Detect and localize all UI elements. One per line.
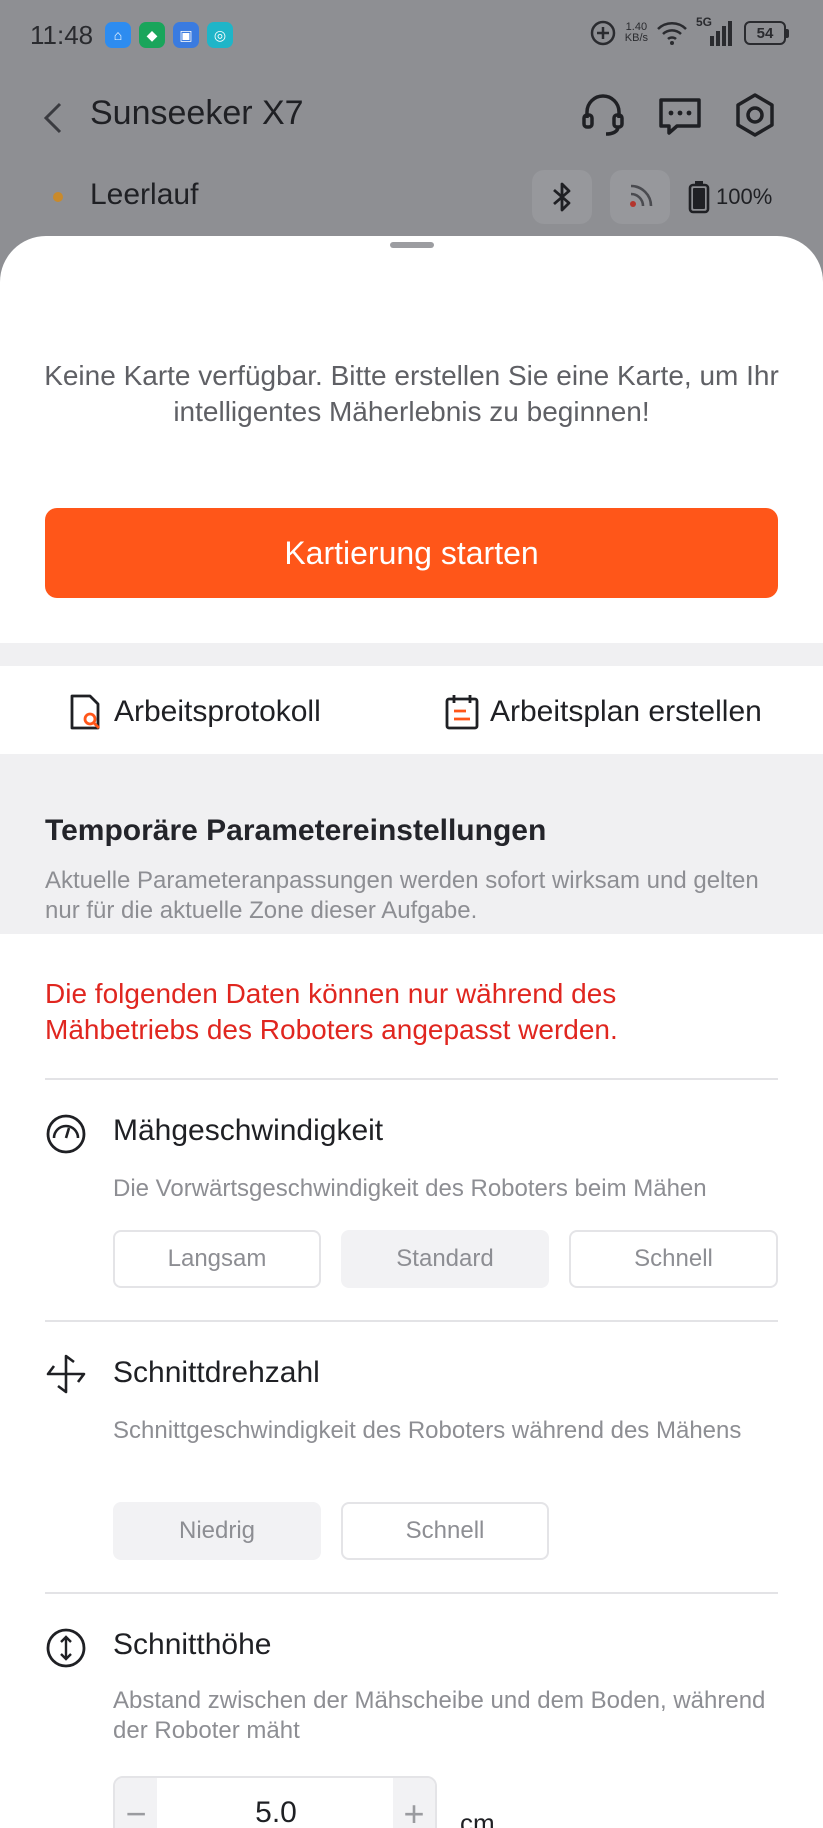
device-battery: 100% xyxy=(688,180,772,214)
create-schedule-label: Arbeitsplan erstellen xyxy=(490,695,762,728)
device-status-row: Leerlauf 100% xyxy=(0,162,823,234)
support-headset-icon[interactable] xyxy=(578,90,628,140)
phone-battery: 54 xyxy=(744,21,789,45)
divider xyxy=(45,1320,778,1322)
cell-signal: 5G xyxy=(696,15,736,48)
height-value[interactable]: 5.0 xyxy=(157,1796,395,1828)
speed-option-fast[interactable]: Schnell xyxy=(569,1230,778,1288)
blade-icon xyxy=(46,1354,86,1394)
speed-option-slow[interactable]: Langsam xyxy=(113,1230,321,1288)
rss-signal-icon xyxy=(630,184,653,207)
back-button[interactable] xyxy=(36,96,72,140)
screen: 11:48 ⌂ ◆ ▣ ◎ 1.40 KB/s 5G 54 Sunseeker … xyxy=(0,0,823,1828)
work-log-link[interactable]: Arbeitsprotokoll xyxy=(66,692,321,732)
speedometer-icon xyxy=(46,1114,86,1154)
notification-icons: ⌂ ◆ ▣ ◎ xyxy=(105,22,233,48)
mowing-speed-description: Die Vorwärtsgeschwindigkeit des Roboters… xyxy=(113,1175,707,1202)
bluetooth-status[interactable] xyxy=(532,170,592,224)
settings-icon[interactable] xyxy=(730,90,780,140)
status-bar: 11:48 ⌂ ◆ ▣ ◎ 1.40 KB/s 5G 54 xyxy=(0,0,823,72)
start-mapping-button[interactable]: Kartierung starten xyxy=(45,508,778,598)
cut-height-description: Abstand zwischen der Mähscheibe und dem … xyxy=(113,1687,766,1744)
device-battery-value: 100% xyxy=(716,184,773,209)
chat-app-icon: ◎ xyxy=(207,22,233,48)
cut-speed-title: Schnittdrehzahl xyxy=(113,1356,320,1389)
app-header: Sunseeker X7 xyxy=(0,72,823,162)
work-log-label: Arbeitsprotokoll xyxy=(114,695,321,728)
cut-speed-option-low[interactable]: Niedrig xyxy=(113,1502,321,1560)
create-schedule-link[interactable]: Arbeitsplan erstellen xyxy=(442,692,762,732)
warning-message: Die folgenden Daten können nur während d… xyxy=(45,978,618,1045)
decrease-button[interactable]: − xyxy=(115,1778,157,1828)
calendar-icon xyxy=(445,695,479,730)
speed-option-standard[interactable]: Standard xyxy=(341,1230,549,1288)
device-state: Leerlauf xyxy=(90,178,199,211)
signal-status[interactable] xyxy=(610,170,670,224)
cut-speed-option-fast[interactable]: Schnell xyxy=(341,1502,549,1560)
section-separator xyxy=(0,643,823,666)
param-description: Aktuelle Parameteranpassungen werden sof… xyxy=(45,867,759,924)
quick-links: Arbeitsprotokoll Arbeitsplan erstellen xyxy=(0,666,823,754)
net-speed: 1.40 KB/s xyxy=(625,22,648,44)
document-search-icon xyxy=(70,694,100,730)
clock: 11:48 xyxy=(30,20,94,50)
divider xyxy=(45,1592,778,1594)
phone-battery-level: 54 xyxy=(744,21,786,45)
height-icon xyxy=(46,1628,86,1668)
height-stepper: − 5.0 + xyxy=(113,1776,437,1828)
wallet-app-icon: ▣ xyxy=(173,22,199,48)
mowing-speed-title: Mähgeschwindigkeit xyxy=(113,1114,384,1147)
data-saver-icon xyxy=(590,20,616,46)
page-title: Sunseeker X7 xyxy=(90,94,304,132)
cut-speed-description: Schnittgeschwindigkeit des Roboters währ… xyxy=(113,1417,742,1444)
net-speed-unit: KB/s xyxy=(624,32,648,44)
height-unit: cm xyxy=(460,1808,495,1828)
state-dot xyxy=(53,192,63,202)
no-map-message: Keine Karte verfügbar. Bitte erstellen S… xyxy=(44,360,779,427)
bottom-sheet: Keine Karte verfügbar. Bitte erstellen S… xyxy=(0,236,823,1828)
bluetooth-icon xyxy=(553,182,571,212)
message-icon[interactable] xyxy=(655,90,705,140)
battery-nub xyxy=(786,28,789,38)
cut-height-title: Schnitthöhe xyxy=(113,1628,272,1661)
shield-app-icon: ◆ xyxy=(139,22,165,48)
sheet-drag-handle[interactable] xyxy=(390,242,434,248)
param-title: Temporäre Parametereinstellungen xyxy=(45,814,547,847)
network-type: 5G xyxy=(696,15,713,29)
divider xyxy=(45,1078,778,1080)
status-right: 1.40 KB/s 5G 54 xyxy=(589,15,789,48)
param-header: Temporäre Parametereinstellungen Aktuell… xyxy=(0,754,823,934)
device-battery-icon xyxy=(688,181,710,214)
wifi-icon xyxy=(657,22,687,45)
home-app-icon: ⌂ xyxy=(105,22,131,48)
increase-button[interactable]: + xyxy=(393,1778,435,1828)
